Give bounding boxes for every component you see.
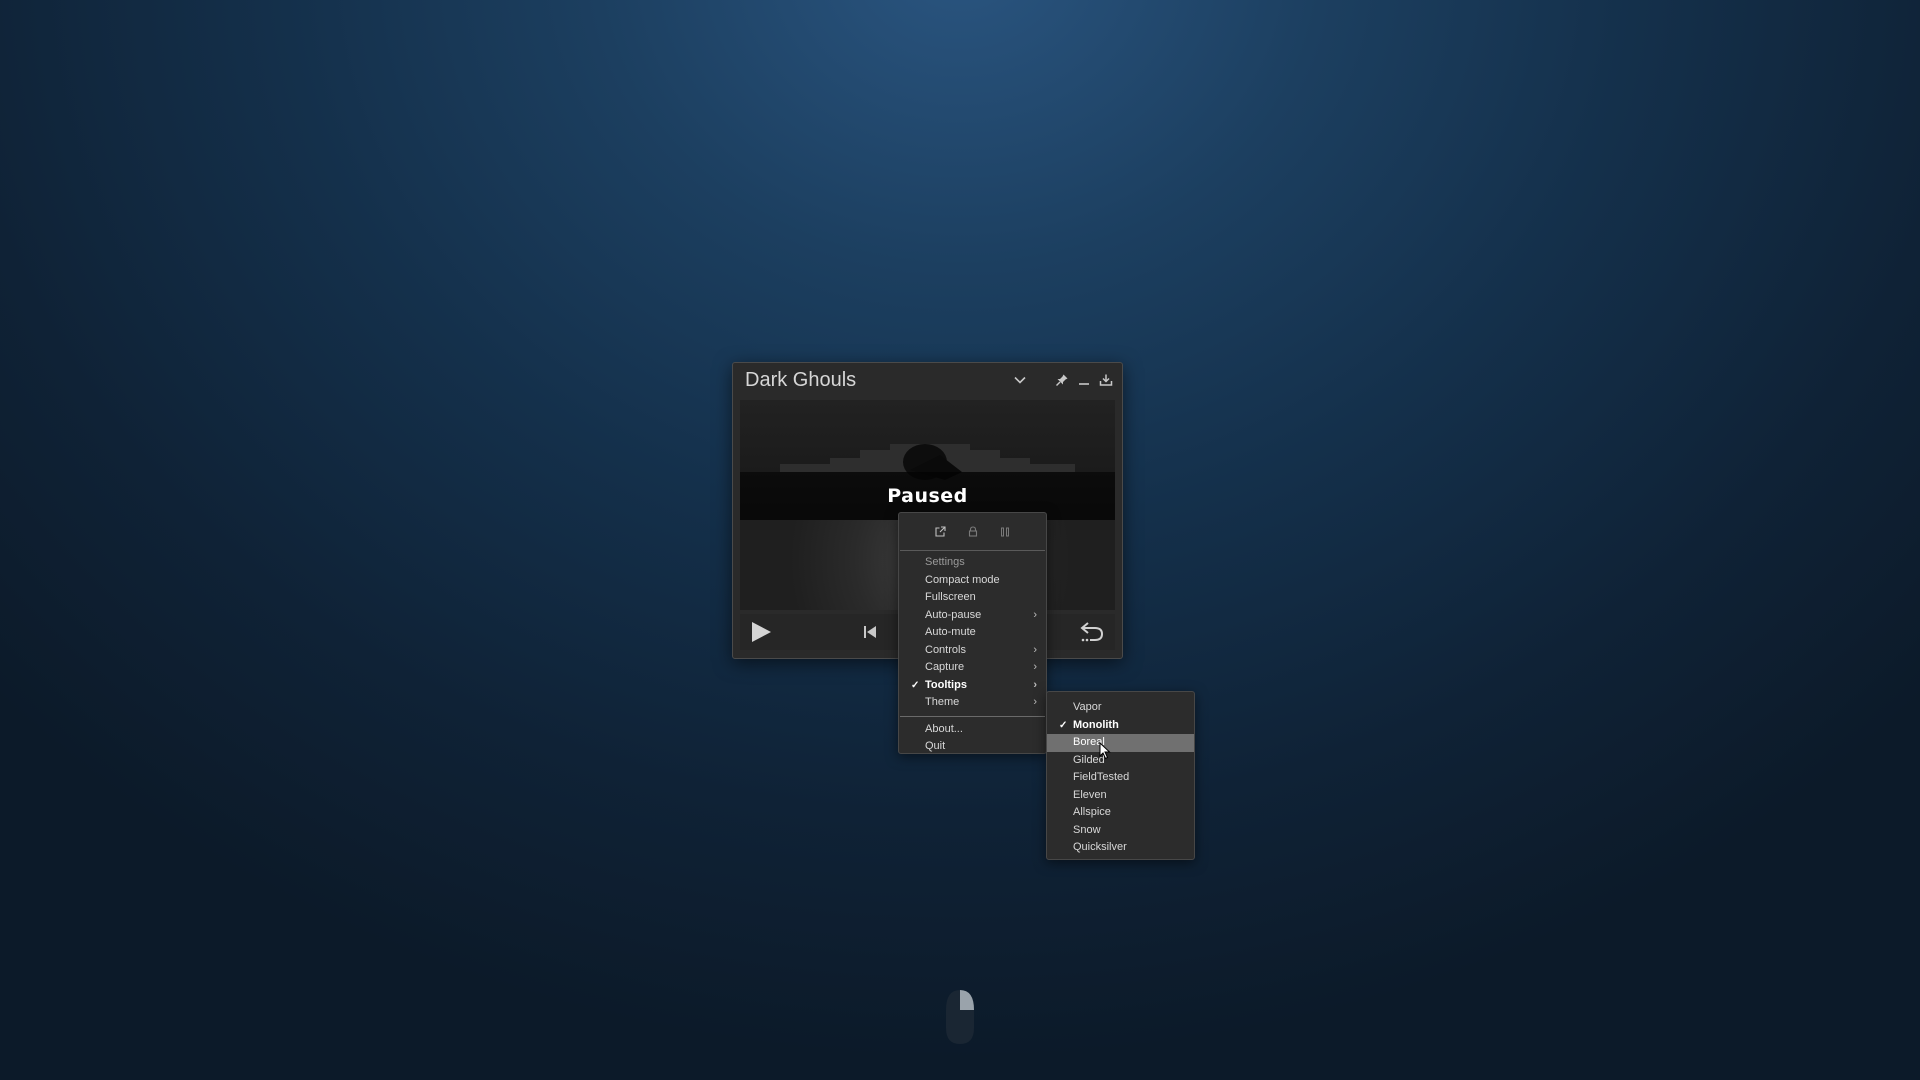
mouse-cursor-icon xyxy=(1099,741,1111,764)
menu-item-label: Allspice xyxy=(1073,806,1111,818)
menu-item-label: Eleven xyxy=(1073,788,1107,801)
menu-item-label: Snow xyxy=(1073,823,1101,836)
menu-item-label: Monolith xyxy=(1073,718,1119,731)
theme-item-snow[interactable]: Snow xyxy=(1047,822,1194,840)
menu-item-label: About... xyxy=(925,722,963,735)
theme-item-quicksilver[interactable]: Quicksilver xyxy=(1047,839,1194,857)
mouse-hint-icon xyxy=(944,988,976,1050)
menu-item-fullscreen[interactable]: Fullscreen xyxy=(899,589,1046,607)
menu-item-label: Auto-mute xyxy=(925,626,976,638)
menu-item-auto-mute[interactable]: Auto-mute xyxy=(899,624,1046,642)
title-bar[interactable]: Dark Ghouls xyxy=(733,363,1122,397)
theme-item-boreal[interactable]: Boreal xyxy=(1047,734,1194,752)
theme-item-allspice[interactable]: Allspice xyxy=(1047,804,1194,822)
menu-item-label: Tooltips xyxy=(925,678,967,691)
check-icon: ✓ xyxy=(1059,719,1068,731)
menu-item-label: Fullscreen xyxy=(925,591,976,603)
context-menu: Settings Compact mode Fullscreen Auto-pa… xyxy=(898,512,1047,754)
menu-item-label: Theme xyxy=(925,696,960,708)
window-title: Dark Ghouls xyxy=(745,368,857,391)
lock-icon[interactable] xyxy=(965,524,981,540)
menu-item-tooltips[interactable]: ✓ Tooltips › xyxy=(899,677,1046,695)
theme-item-eleven[interactable]: Eleven xyxy=(1047,787,1194,805)
pin-icon[interactable] xyxy=(1052,370,1072,390)
chevron-right-icon: › xyxy=(1033,661,1037,673)
menu-item-label: Auto-pause xyxy=(925,608,982,621)
menu-item-auto-pause[interactable]: Auto-pause › xyxy=(899,607,1046,625)
menu-item-label: Vapor xyxy=(1073,701,1102,713)
menu-item-label: Compact mode xyxy=(925,573,1000,586)
paused-label: Paused xyxy=(887,485,968,507)
chevron-right-icon: › xyxy=(1033,643,1037,656)
menu-item-quit[interactable]: Quit xyxy=(899,738,1046,756)
menu-item-about[interactable]: About... xyxy=(899,721,1046,739)
theme-item-gilded[interactable]: Gilded xyxy=(1047,752,1194,770)
chevron-right-icon: › xyxy=(1033,678,1037,691)
replay-icon[interactable] xyxy=(1078,614,1106,650)
chevron-right-icon: › xyxy=(1033,608,1037,621)
menu-item-label: FieldTested xyxy=(1073,771,1130,783)
chevron-right-icon: › xyxy=(1033,696,1037,708)
menu-item-label: Capture xyxy=(925,661,965,673)
theme-item-fieldtested[interactable]: FieldTested xyxy=(1047,769,1194,787)
menu-item-label: Controls xyxy=(925,643,966,656)
menu-header-settings: Settings xyxy=(925,556,965,568)
menu-separator xyxy=(900,715,1045,717)
menu-item-label: Quit xyxy=(925,740,946,752)
chevron-down-icon[interactable] xyxy=(1010,370,1030,390)
menu-item-controls[interactable]: Controls › xyxy=(899,642,1046,660)
skip-previous-icon[interactable] xyxy=(860,614,880,650)
theme-item-monolith[interactable]: ✓ Monolith xyxy=(1047,717,1194,735)
menu-item-label: Quicksilver xyxy=(1073,841,1127,853)
menu-item-compact-mode[interactable]: Compact mode xyxy=(899,572,1046,590)
external-link-icon[interactable] xyxy=(933,524,949,540)
menu-item-theme[interactable]: Theme › xyxy=(899,694,1046,712)
theme-submenu: Vapor ✓ Monolith Boreal Gilded FieldTeste… xyxy=(1046,691,1195,860)
download-icon[interactable] xyxy=(1096,370,1116,390)
menu-item-capture[interactable]: Capture › xyxy=(899,659,1046,677)
play-icon[interactable] xyxy=(748,614,774,650)
check-icon: ✓ xyxy=(911,679,920,691)
menu-icon-row xyxy=(900,513,1045,551)
theme-item-vapor[interactable]: Vapor xyxy=(1047,699,1194,717)
pause-icon[interactable] xyxy=(997,524,1013,540)
minimize-icon[interactable] xyxy=(1074,370,1094,390)
